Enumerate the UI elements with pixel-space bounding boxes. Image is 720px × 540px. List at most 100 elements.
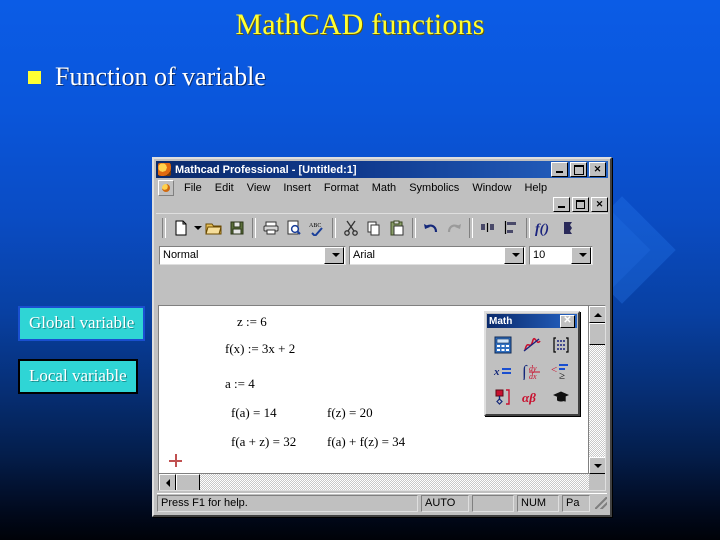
math-expression[interactable]: f(a + z) = 32	[231, 434, 296, 450]
redo-icon[interactable]	[443, 217, 465, 239]
align-down-icon[interactable]	[500, 217, 522, 239]
menu-item-help[interactable]: Help	[518, 181, 553, 195]
insert-function-icon[interactable]: f()	[534, 217, 556, 239]
status-blank-indicator	[472, 494, 514, 512]
resize-grip-icon[interactable]	[595, 497, 607, 509]
square-bullet-icon	[28, 70, 41, 84]
calculator-icon[interactable]	[489, 333, 517, 357]
insert-unit-icon[interactable]	[557, 217, 579, 239]
paragraph-style-value: Normal	[163, 249, 199, 261]
mdi-close-button[interactable]: ✕	[591, 197, 608, 212]
matrix-icon[interactable]	[547, 333, 575, 357]
svg-text:∫: ∫	[522, 362, 528, 380]
window-title: Mathcad Professional - [Untitled:1]	[175, 163, 357, 176]
align-across-icon[interactable]	[477, 217, 499, 239]
svg-text:<: <	[551, 364, 557, 376]
font-size-value: 10	[533, 249, 546, 261]
paragraph-style-combo[interactable]: Normal	[159, 245, 346, 265]
svg-text:x: x	[493, 366, 500, 378]
status-message: Press F1 for help.	[157, 494, 418, 512]
document-system-menu-icon[interactable]	[158, 180, 174, 196]
math-expression[interactable]: a := 4	[225, 376, 255, 392]
spell-check-icon[interactable]: ABC	[306, 217, 328, 239]
math-expression[interactable]: f(x) := 3x + 2	[225, 341, 295, 357]
svg-text:≥: ≥	[559, 370, 565, 380]
svg-text:f(): f()	[535, 222, 549, 236]
math-expression[interactable]: f(a) + f(z) = 34	[327, 434, 405, 450]
undo-icon[interactable]	[420, 217, 442, 239]
horizontal-scrollbar-thumb[interactable]	[176, 474, 200, 490]
math-expression[interactable]: z := 6	[237, 314, 267, 330]
programming-icon[interactable]	[489, 385, 517, 409]
menu-item-view[interactable]: View	[241, 181, 277, 195]
standard-toolbar: ABC f()	[156, 213, 608, 242]
save-icon[interactable]	[226, 217, 248, 239]
menu-item-file[interactable]: File	[178, 181, 208, 195]
mdi-restore-button[interactable]	[572, 197, 589, 212]
toolbar-separator	[162, 218, 166, 238]
scroll-up-button[interactable]	[589, 306, 605, 323]
menu-item-format[interactable]: Format	[318, 181, 365, 195]
vertical-scrollbar-thumb[interactable]	[589, 323, 605, 345]
new-document-dropdown-icon[interactable]	[193, 217, 202, 239]
menu-item-math[interactable]: Math	[366, 181, 402, 195]
formatting-toolbar: Normal Arial 10	[156, 244, 608, 266]
mdi-child-buttons: ✕	[156, 197, 608, 212]
status-num-indicator: NUM	[517, 494, 559, 512]
chevron-down-icon[interactable]	[324, 246, 344, 264]
horizontal-scrollbar[interactable]	[159, 473, 589, 490]
toolbar-separator	[252, 218, 256, 238]
status-auto-indicator: AUTO	[421, 494, 469, 512]
new-document-icon[interactable]	[170, 217, 192, 239]
scrollbar-corner	[589, 474, 605, 490]
close-button[interactable]: ✕	[589, 162, 606, 177]
font-family-combo[interactable]: Arial	[349, 245, 526, 265]
menu-item-symbolics[interactable]: Symbolics	[403, 181, 465, 195]
greek-icon[interactable]: αβ	[518, 385, 546, 409]
chevron-down-icon[interactable]	[504, 246, 524, 264]
scroll-down-button[interactable]	[589, 457, 605, 474]
menu-item-insert[interactable]: Insert	[277, 181, 317, 195]
window-titlebar[interactable]: Mathcad Professional - [Untitled:1] ✕	[156, 161, 608, 178]
minimize-button[interactable]	[551, 162, 568, 177]
font-size-combo[interactable]: 10	[529, 245, 593, 265]
symbolic-icon[interactable]	[547, 385, 575, 409]
menu-bar: File Edit View Insert Format Math Symbol…	[156, 179, 608, 197]
graph-icon[interactable]	[518, 333, 546, 357]
print-preview-icon[interactable]	[283, 217, 305, 239]
svg-text:ABC: ABC	[309, 223, 321, 229]
menu-item-window[interactable]: Window	[466, 181, 517, 195]
math-palette-titlebar[interactable]: Math ✕	[487, 314, 577, 328]
boolean-icon[interactable]: < ≥	[547, 359, 575, 383]
svg-text:αβ: αβ	[522, 390, 536, 405]
menu-item-edit[interactable]: Edit	[209, 181, 240, 195]
paste-icon[interactable]	[386, 217, 408, 239]
vertical-scrollbar[interactable]	[588, 306, 605, 474]
scroll-left-button[interactable]	[159, 474, 176, 490]
red-crosshair-cursor	[169, 454, 182, 467]
toolbar-separator	[332, 218, 336, 238]
toolbar-separator	[526, 218, 530, 238]
open-folder-icon[interactable]	[203, 217, 225, 239]
mdi-minimize-button[interactable]	[553, 197, 570, 212]
math-palette-title: Math	[489, 315, 513, 327]
chevron-down-icon[interactable]	[571, 246, 591, 264]
cut-icon[interactable]	[340, 217, 362, 239]
math-expression[interactable]: f(z) = 20	[327, 405, 373, 421]
calculus-icon[interactable]: ∫ dy dx	[518, 359, 546, 383]
math-palette-close-button[interactable]: ✕	[560, 314, 575, 328]
svg-text:dx: dx	[529, 372, 537, 380]
print-icon[interactable]	[260, 217, 282, 239]
status-page-indicator: Pa	[562, 494, 590, 512]
math-expression[interactable]: f(a) = 14	[231, 405, 277, 421]
callout-local-variable: Local variable	[18, 359, 138, 394]
evaluation-icon[interactable]: x	[489, 359, 517, 383]
bullet-item-label: Function of variable	[55, 62, 266, 91]
font-family-value: Arial	[353, 249, 376, 261]
copy-icon[interactable]	[363, 217, 385, 239]
toolbar-separator	[412, 218, 416, 238]
callout-global-variable: Global variable	[18, 306, 146, 341]
mathcad-app-icon	[158, 163, 171, 176]
maximize-button[interactable]	[570, 162, 587, 177]
toolbar-separator	[469, 218, 473, 238]
